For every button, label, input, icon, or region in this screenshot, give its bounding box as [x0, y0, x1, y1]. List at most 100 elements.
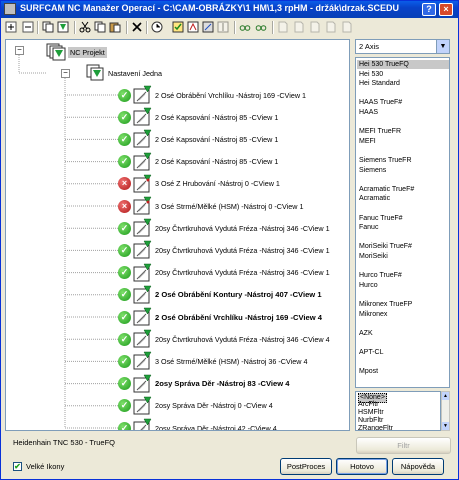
page-icon [294, 21, 304, 33]
machine-type-select[interactable]: 2 Axis ▼ [355, 39, 450, 54]
filter-list-item[interactable]: ZRangeFltr [358, 425, 393, 430]
filter-list-item[interactable]: NurbFltr [358, 417, 383, 425]
operation-row[interactable]: ✓ 3 Osé Strmé/Mělké (HSM) -Nástroj 36 -CV… [118, 350, 307, 372]
main-window: SURFCAM NC Manažer Operací - C:\CAM-OBRÁ… [0, 0, 459, 480]
filter-list-item[interactable]: ArcFltr [358, 401, 379, 409]
post-list-item[interactable]: AZK [359, 329, 373, 338]
page-icon [326, 21, 336, 33]
cut-button[interactable] [78, 20, 92, 34]
scroll-down-icon[interactable]: ▼ [442, 422, 449, 430]
operation-label: 2 Osé Kapsování -Nástroj 85 -CView 1 [155, 134, 279, 144]
operation-row[interactable]: ✓ 2 Osé Obrábění Kontury -Nástroj 407 -CV… [118, 284, 322, 306]
tool-info-button[interactable] [216, 20, 230, 34]
tree-root-node[interactable]: NC Projekt [44, 41, 107, 63]
operation-label: 20sy Čtvrtkruhová Vydutá Fréza -Nástroj … [155, 268, 330, 278]
tree-setup-node[interactable]: Nastavení Jedna [84, 62, 162, 84]
collapse-root-toggle[interactable]: − [15, 46, 24, 55]
operation-row[interactable]: ✓ 2 Osé Obrábění Vrchlíku -Nástroj 169 -C… [118, 84, 306, 106]
status-ok-icon: ✓ [118, 243, 131, 257]
post-list-item[interactable]: Siemens TrueFR [359, 156, 412, 165]
post-list-item[interactable]: MEFI TrueFR [359, 127, 401, 136]
filter-scrollbar[interactable]: ▲ ▼ [441, 391, 450, 431]
operation-row[interactable]: ✓ 2osy Správa Děr -Nástroj 0 -CView 4 [118, 395, 273, 417]
paste-button[interactable] [108, 20, 122, 34]
selected-post-name: Heidenhain TNC 530 - TrueFQ [13, 438, 115, 447]
page-icon [342, 21, 352, 33]
filter-list-item[interactable]: HSMFltr [358, 409, 384, 417]
help-button[interactable]: ? [422, 3, 436, 16]
post-list-item[interactable]: HAAS [359, 108, 378, 117]
post-list-item[interactable]: Fanuc TrueF# [359, 214, 403, 223]
post-processor-list[interactable]: Hei 530 TrueFQ Hei 530 Hei Standard HAAS Tr… [355, 57, 450, 388]
operation-row[interactable]: ✓ 2 Osé Obrábění Vrchlíku -Nástroj 169 -C… [118, 306, 322, 328]
operation-row[interactable]: ✓ 2 Osé Kapsování -Nástroj 85 -CView 1 [118, 128, 278, 150]
post-list-item[interactable]: Acramatic [359, 194, 390, 203]
sim-icon [187, 21, 199, 33]
post-list-item[interactable]: Hei 530 [359, 70, 383, 79]
operation-icon [133, 241, 152, 259]
toolbar-separator [126, 21, 128, 34]
new-setup-button[interactable] [56, 20, 70, 34]
large-icons-checkbox[interactable]: ✔ [13, 462, 22, 471]
page2-button[interactable] [292, 20, 306, 34]
operation-row[interactable]: ✓ 2 Osé Kapsování -Nástroj 85 -CView 1 [118, 151, 278, 173]
status-error-icon: × [118, 199, 131, 213]
post-list-item[interactable]: Hei Standard [359, 79, 400, 88]
post-list-item[interactable]: Mpost [359, 367, 378, 376]
scroll-up-icon[interactable]: ▲ [442, 392, 449, 400]
post-list-item[interactable]: Mikronex [359, 310, 387, 319]
delete-button[interactable] [130, 20, 144, 34]
post-list-item[interactable]: MEFI [359, 137, 376, 146]
post-list-item[interactable]: Fanuc [359, 223, 378, 232]
page4-button[interactable] [324, 20, 338, 34]
operation-row[interactable]: × 3 Osé Strmé/Mělké (HSM) -Nástroj 0 -CVi… [118, 195, 303, 217]
operation-icon [133, 174, 152, 193]
simulate-button[interactable] [186, 20, 200, 34]
verify-button[interactable] [171, 20, 185, 34]
operation-label: 20sy Čtvrtkruhová Vydutá Fréza -Nástroj … [155, 334, 330, 344]
operation-row[interactable]: ✓ 20sy Čtvrtkruhová Vydutá Fréza -Nástroj… [118, 217, 330, 239]
page3-button[interactable] [308, 20, 322, 34]
post-list-item[interactable]: MoriSeiki [359, 252, 388, 261]
close-button[interactable]: × [439, 3, 453, 16]
post-list-item[interactable]: Hei 530 TrueFQ [357, 60, 449, 69]
view-button[interactable] [238, 20, 252, 34]
filter-list[interactable]: <None> ArcFltr HSMFltr NurbFltr ZRangeFltr [355, 391, 441, 431]
timer-button[interactable] [150, 20, 164, 34]
copy-icon [42, 21, 54, 33]
post-list-item[interactable]: Hurco [359, 281, 378, 290]
cut-group-button[interactable] [41, 20, 55, 34]
operation-row[interactable]: ✓ 2osy Správa Děr -Nástroj 83 -CView 4 [118, 373, 290, 395]
postproces-button[interactable]: PostProces [280, 458, 332, 475]
copy-button[interactable] [93, 20, 107, 34]
hotovo-button[interactable]: Hotovo [336, 458, 388, 475]
napoveda-button[interactable]: Nápověda [392, 458, 444, 475]
operation-row[interactable]: ✓ 2osy Správa Děr -Nástroj 42 -CView 4 [118, 417, 277, 430]
page-icon [278, 21, 288, 33]
operations-tree[interactable]: − NC Projekt − Nastavení Jedna ✓ 2 Osé Ob… [5, 39, 350, 431]
view2-button[interactable] [254, 20, 268, 34]
operation-row[interactable]: ✓ 2 Osé Kapsování -Nástroj 85 -CView 1 [118, 106, 278, 128]
toolbar-separator [74, 21, 76, 34]
post-list-item[interactable]: MoriSeiki TrueF# [359, 242, 412, 251]
post-list-item[interactable]: APT-CL [359, 348, 384, 357]
post-list-item[interactable]: Hurco TrueF# [359, 271, 402, 280]
status-error-icon: × [118, 177, 131, 191]
post-list-item[interactable]: Mikronex TrueFP [359, 300, 412, 309]
gouge-check-button[interactable] [201, 20, 215, 34]
page5-button[interactable] [340, 20, 354, 34]
post-list-item[interactable]: Acramatic TrueF# [359, 185, 414, 194]
filtr-button[interactable]: Filtr [356, 437, 451, 454]
post-list-item[interactable]: HAAS TrueF# [359, 98, 402, 107]
collapse-all-button[interactable] [21, 20, 35, 34]
operation-row[interactable]: ✓ 20sy Čtvrtkruhová Vydutá Fréza -Nástroj… [118, 328, 330, 350]
post-list-item[interactable]: Siemens [359, 166, 386, 175]
operation-row[interactable]: ✓ 20sy Čtvrtkruhová Vydutá Fréza -Nástroj… [118, 239, 330, 261]
operation-row[interactable]: × 3 Osé Z Hrubování -Nástroj 0 -CView 1 [118, 173, 280, 195]
large-icons-label: Velké Ikony [26, 462, 65, 471]
page1-button[interactable] [276, 20, 290, 34]
chevron-down-icon[interactable]: ▼ [436, 40, 449, 53]
operation-row[interactable]: ✓ 20sy Čtvrtkruhová Vydutá Fréza -Nástroj… [118, 262, 330, 284]
collapse-setup-toggle[interactable]: − [61, 69, 70, 78]
expand-all-button[interactable] [4, 20, 18, 34]
